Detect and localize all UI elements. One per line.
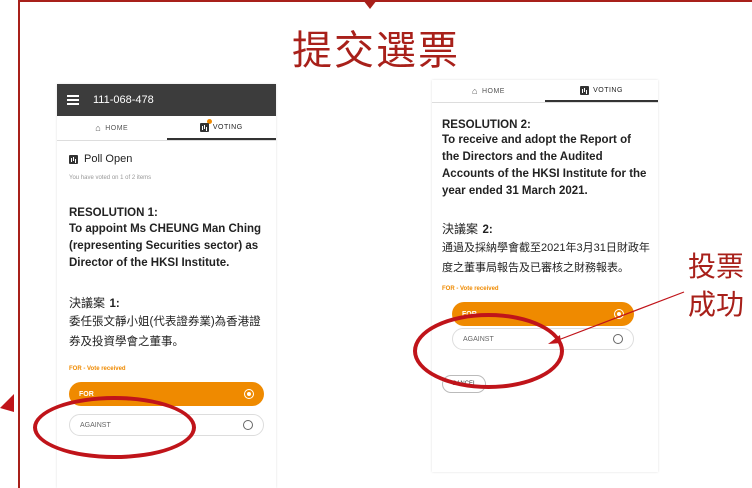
arrow-line: [552, 291, 685, 343]
left-arrow-head: [0, 394, 14, 412]
success-note-line2: 成功: [688, 288, 745, 321]
success-note-line1: 投票: [688, 250, 745, 283]
arrow-head: [548, 335, 561, 344]
annotation-arrows: [0, 291, 685, 412]
